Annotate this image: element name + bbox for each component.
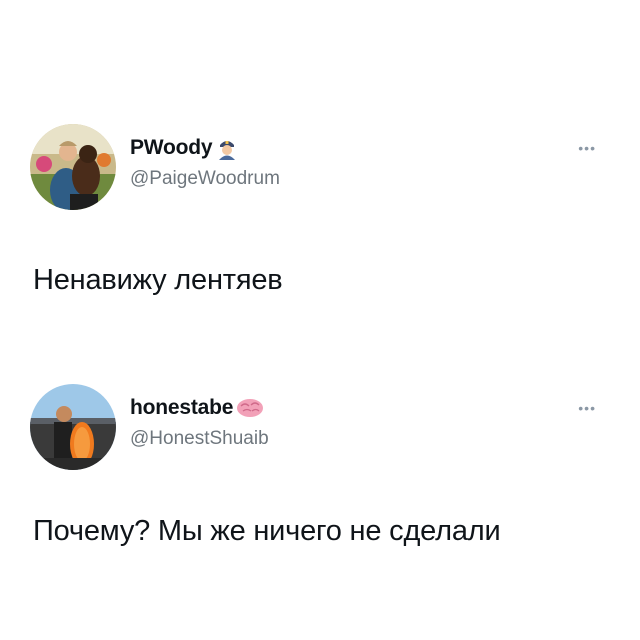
user-handle[interactable]: @PaigeWoodrum (130, 168, 280, 190)
more-options-icon[interactable]: ••• (578, 400, 596, 416)
user-handle[interactable]: @HonestShuaib (130, 428, 269, 450)
display-name[interactable]: PWoody (130, 136, 213, 160)
tweet-text: Почему? Мы же ничего не сделали (33, 515, 501, 547)
meme-screenshot: PWoody @PaigeWoodrum ••• Ненавижу лентяе… (0, 0, 640, 640)
display-name[interactable]: honestabe (130, 396, 233, 420)
avatar[interactable] (30, 124, 116, 210)
avatar-photo-icon (30, 124, 116, 210)
avatar[interactable] (30, 384, 116, 470)
name-row: honestabe (130, 396, 264, 420)
name-row: PWoody (130, 136, 240, 160)
avatar-photo-icon (30, 384, 116, 470)
more-options-icon[interactable]: ••• (578, 140, 596, 156)
police-officer-emoji-icon (214, 136, 240, 160)
brain-emoji-icon (235, 396, 264, 420)
tweet-text: Ненавижу лентяев (33, 264, 283, 296)
